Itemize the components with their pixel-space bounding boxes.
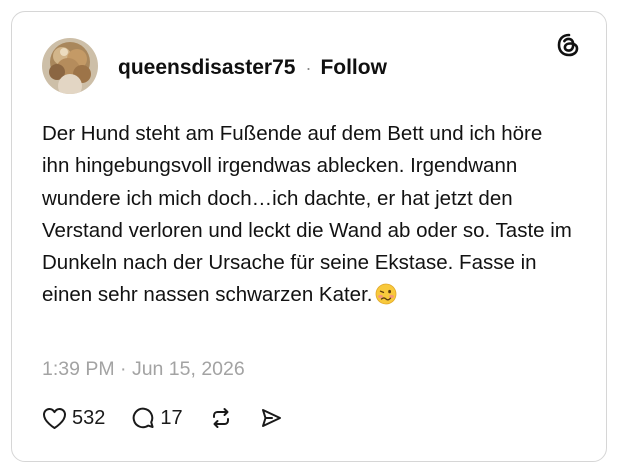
speech-bubble-icon [131,406,155,430]
post-text: Der Hund steht am Fußende auf dem Bett u… [42,118,572,312]
woozy-face-emoji-icon [375,283,397,305]
threads-post-card: queensdisaster75 · Follow Der Hund steht… [11,11,607,462]
share-button[interactable] [259,406,283,430]
repost-button[interactable] [209,406,233,430]
repost-icon [209,406,233,430]
action-bar: 532 17 [42,406,309,430]
post-header: queensdisaster75 · Follow [118,56,387,80]
username[interactable]: queensdisaster75 [118,56,295,80]
separator: · [305,57,312,78]
timestamp: 1:39 PM · Jun 15, 2026 [42,358,245,380]
reply-button[interactable]: 17 [131,406,183,430]
like-count: 532 [72,406,106,429]
heart-icon [42,407,67,430]
follow-button[interactable]: Follow [320,56,387,80]
post-text-content: Der Hund steht am Fußende auf dem Bett u… [42,122,572,307]
threads-logo-icon[interactable] [556,32,582,58]
send-icon [259,406,283,430]
like-button[interactable]: 532 [42,407,105,430]
reply-count: 17 [160,406,183,429]
avatar[interactable] [42,38,98,94]
